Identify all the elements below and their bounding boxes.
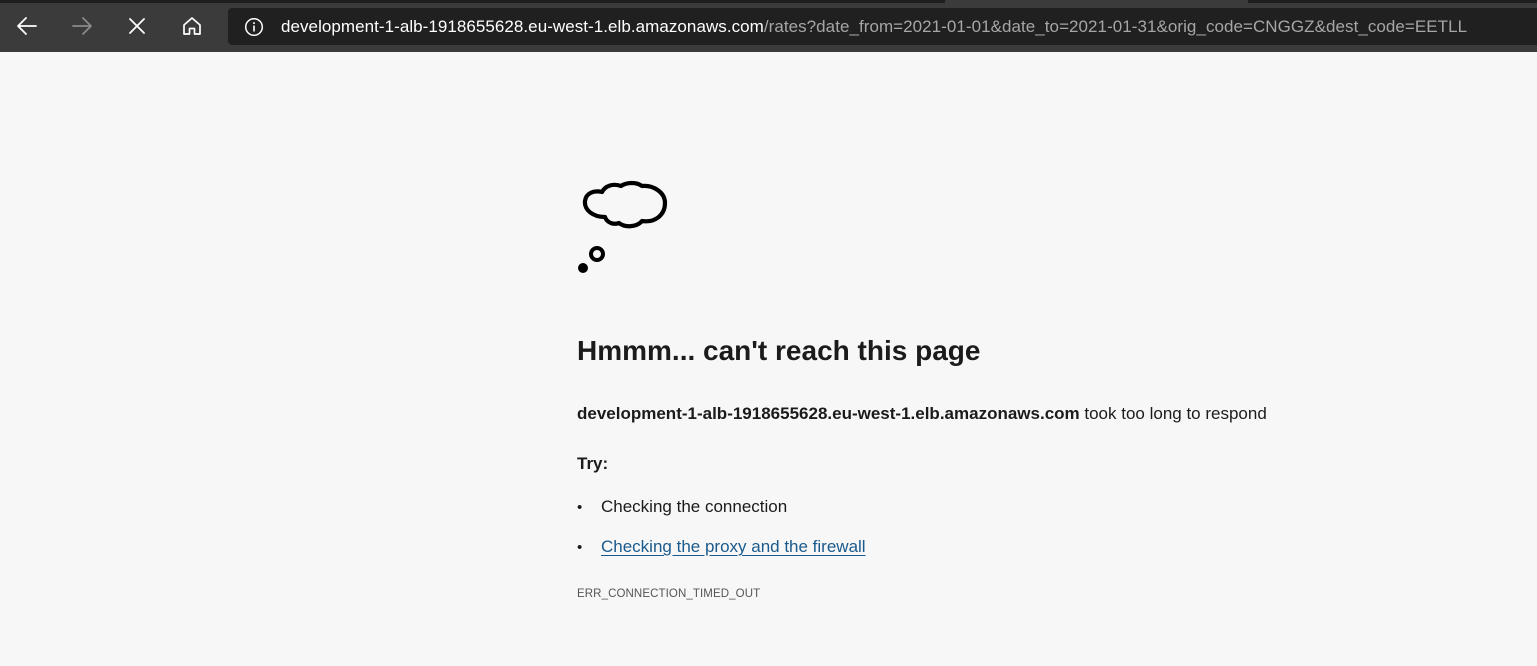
suggestion-item: • Checking the proxy and the firewall	[577, 537, 866, 557]
arrow-right-icon	[72, 17, 92, 35]
back-button[interactable]	[7, 8, 47, 44]
forward-button[interactable]	[62, 8, 102, 44]
error-message: took too long to respond	[1079, 404, 1267, 423]
url-host: development-1-alb-1918655628.eu-west-1.e…	[281, 16, 764, 36]
error-host: development-1-alb-1918655628.eu-west-1.e…	[577, 404, 1080, 423]
page-title: Hmmm... can't reach this page	[577, 335, 981, 366]
info-icon[interactable]	[244, 17, 264, 37]
home-button[interactable]	[172, 8, 212, 44]
suggestion-item: • Checking the connection	[577, 497, 787, 517]
stop-button[interactable]	[117, 8, 157, 44]
thought-bubble-icon	[578, 180, 668, 273]
tab-strip-edge	[0, 0, 945, 3]
tab-strip-edge	[1248, 0, 1537, 3]
home-icon	[183, 17, 201, 35]
suggestion-text: Checking the connection	[601, 497, 788, 516]
address-bar[interactable]: development-1-alb-1918655628.eu-west-1.e…	[228, 8, 1537, 45]
bullet: •	[577, 499, 583, 516]
try-label: Try:	[577, 454, 609, 473]
arrow-left-icon	[17, 17, 37, 35]
error-code: ERR_CONNECTION_TIMED_OUT	[577, 588, 761, 600]
url-text[interactable]: development-1-alb-1918655628.eu-west-1.e…	[281, 17, 1467, 37]
close-icon	[129, 18, 145, 34]
browser-toolbar: development-1-alb-1918655628.eu-west-1.e…	[0, 0, 1537, 52]
bullet: •	[577, 539, 583, 556]
proxy-firewall-link[interactable]: Checking the proxy and the firewall	[601, 537, 866, 556]
url-path-query: /rates?date_from=2021-01-01&date_to=2021…	[763, 16, 1468, 36]
error-description: development-1-alb-1918655628.eu-west-1.e…	[577, 404, 1267, 424]
